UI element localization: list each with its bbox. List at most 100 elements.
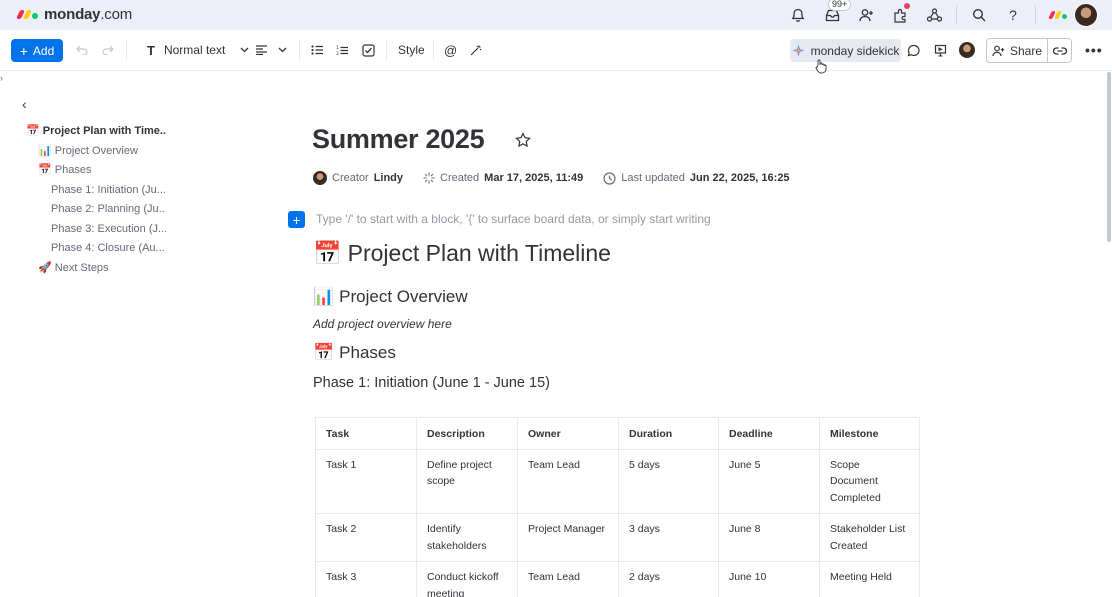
logo-suffix: .com: [100, 6, 133, 23]
add-block-button[interactable]: +: [288, 211, 305, 228]
table-header-row: Task Description Owner Duration Deadline…: [315, 417, 920, 450]
table-cell[interactable]: Scope Document Completed: [819, 448, 920, 514]
top-bar: monday.com 99+ ?: [0, 0, 1112, 30]
mention-icon[interactable]: @: [444, 40, 457, 60]
table-cell[interactable]: Team Lead: [517, 448, 619, 514]
avatar: [958, 41, 976, 59]
column-header[interactable]: Description: [416, 417, 518, 450]
table-cell[interactable]: Stakeholder List Created: [819, 513, 920, 562]
text-style-dropdown[interactable]: T Normal text: [147, 40, 249, 60]
table-cell[interactable]: 2 days: [618, 561, 719, 597]
logo-text: monday: [44, 6, 101, 23]
heading-overview[interactable]: 📊 Project Overview: [313, 287, 468, 307]
editor-toolbar: › + Add T Normal text 12 Style @ monday …: [0, 30, 1112, 83]
overview-note[interactable]: Add project overview here: [313, 317, 452, 331]
expand-arrow-icon[interactable]: ›: [0, 73, 3, 83]
bullet-list-icon[interactable]: [311, 40, 324, 60]
inbox-icon[interactable]: 99+: [820, 0, 852, 27]
outline-item[interactable]: 📅 Phases: [26, 160, 166, 180]
table-cell[interactable]: 5 days: [618, 448, 719, 514]
search-icon[interactable]: [967, 3, 991, 27]
magic-icon[interactable]: [469, 40, 482, 60]
table-cell[interactable]: Identify stakeholders: [416, 513, 518, 562]
table-cell[interactable]: Team Lead: [517, 561, 619, 597]
share-button-group: Share: [986, 38, 1072, 63]
numbered-list-icon[interactable]: 12: [336, 40, 349, 60]
task-table: Task Description Owner Duration Deadline…: [315, 417, 920, 597]
heading-phases-text: Phases: [339, 343, 396, 362]
column-header[interactable]: Deadline: [718, 417, 820, 450]
table-cell[interactable]: Conduct kickoff meeting: [416, 561, 518, 597]
outline-item[interactable]: Phase 4: Closure (Au...: [26, 239, 166, 259]
table-cell[interactable]: June 5: [718, 448, 820, 514]
page-title[interactable]: Summer 2025: [312, 124, 485, 155]
align-dropdown[interactable]: [255, 40, 287, 60]
table-cell[interactable]: Task 1: [315, 448, 417, 514]
divider: [386, 40, 387, 60]
outline-item[interactable]: Phase 3: Execution (J...: [26, 219, 166, 239]
help-icon[interactable]: ?: [1001, 3, 1025, 27]
table-cell[interactable]: Task 3: [315, 561, 417, 597]
monday-logo-icon: [15, 10, 38, 19]
table-cell[interactable]: 3 days: [618, 513, 719, 562]
heading-1-text: Project Plan with Timeline: [347, 240, 611, 266]
calendar-icon: 📅: [313, 343, 335, 363]
share-button[interactable]: Share: [987, 39, 1048, 62]
star-icon[interactable]: [515, 132, 531, 148]
clock-icon: [603, 171, 616, 185]
heading-phases[interactable]: 📅 Phases: [313, 343, 396, 363]
collapse-sidebar-icon[interactable]: ‹: [22, 96, 27, 112]
undo-icon[interactable]: [76, 40, 88, 60]
more-options-icon[interactable]: •••: [1085, 40, 1103, 60]
heading-overview-text: Project Overview: [339, 287, 468, 306]
monday-switcher-icon[interactable]: [1046, 3, 1070, 27]
table-cell[interactable]: Meeting Held: [819, 561, 920, 597]
add-button[interactable]: + Add: [11, 39, 63, 62]
column-header[interactable]: Duration: [618, 417, 719, 450]
calendar-icon: 📅: [313, 241, 342, 267]
created-value: Mar 17, 2025, 11:49: [484, 172, 584, 184]
sparkle-icon: [792, 44, 805, 57]
user-avatar[interactable]: [1074, 3, 1098, 27]
table-cell[interactable]: June 8: [718, 513, 820, 562]
column-header[interactable]: Task: [315, 417, 417, 450]
editor-placeholder[interactable]: Type '/' to start with a block, '{' to s…: [316, 212, 711, 226]
table-cell[interactable]: Task 2: [315, 513, 417, 562]
chart-icon: 📊: [313, 287, 335, 307]
bell-icon[interactable]: [786, 3, 810, 27]
creator-avatar: [313, 171, 327, 185]
redo-icon[interactable]: [102, 40, 114, 60]
outline-item[interactable]: 🚀 Next Steps: [26, 258, 166, 278]
checklist-icon[interactable]: [362, 40, 375, 60]
share-person-icon: [992, 45, 1005, 56]
copy-link-icon[interactable]: [1048, 39, 1071, 62]
scrollbar[interactable]: [1107, 72, 1111, 242]
heading-phase-1[interactable]: Phase 1: Initiation (June 1 - June 15): [313, 375, 550, 391]
chevron-down-icon: [240, 47, 249, 53]
outline-item[interactable]: Phase 1: Initiation (Ju...: [26, 180, 166, 200]
document-outline: 📅 Project Plan with Time... 📊 Project Ov…: [26, 121, 166, 278]
outline-item[interactable]: 📅 Project Plan with Time...: [26, 121, 166, 141]
outline-item[interactable]: Phase 2: Planning (Ju...: [26, 199, 166, 219]
outline-item[interactable]: 📊 Project Overview: [26, 141, 166, 161]
creator-label: Creator: [332, 172, 369, 184]
table-cell[interactable]: Define project scope: [416, 448, 518, 514]
divider: [433, 40, 434, 60]
column-header[interactable]: Owner: [517, 417, 619, 450]
heading-1[interactable]: 📅 Project Plan with Timeline: [313, 240, 611, 267]
comment-icon[interactable]: [907, 40, 920, 60]
present-icon[interactable]: [934, 40, 947, 60]
collaborator-avatar[interactable]: [958, 40, 976, 60]
monday-logo[interactable]: monday.com: [15, 6, 133, 23]
table-cell[interactable]: Project Manager: [517, 513, 619, 562]
table-cell[interactable]: June 10: [718, 561, 820, 597]
svg-text:1: 1: [336, 45, 339, 51]
divider: [956, 5, 957, 25]
column-header[interactable]: Milestone: [819, 417, 920, 450]
sidekick-button[interactable]: monday sidekick: [790, 39, 901, 62]
apps-icon[interactable]: [888, 3, 912, 27]
integrations-icon[interactable]: [922, 3, 946, 27]
style-button[interactable]: Style: [398, 40, 425, 60]
svg-text:2: 2: [336, 51, 339, 56]
invite-icon[interactable]: [854, 3, 878, 27]
